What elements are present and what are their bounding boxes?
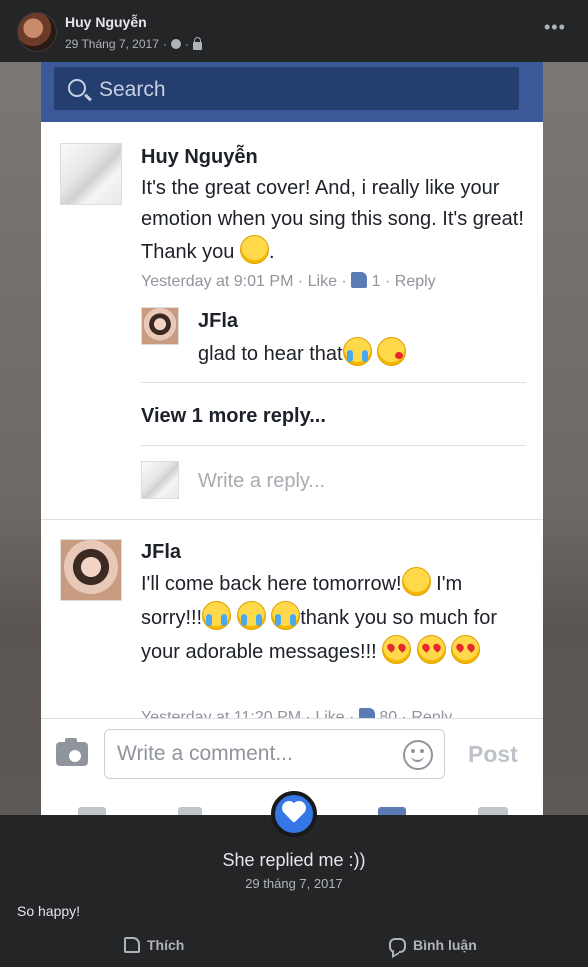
comment-placeholder: Write a comment... bbox=[117, 742, 293, 765]
more-options-icon[interactable]: ••• bbox=[544, 18, 565, 40]
comment-text: I'll come back here tomorrow! I'm sorry!… bbox=[141, 567, 526, 669]
post-meta: 29 Tháng 7, 2017 · · bbox=[65, 36, 202, 51]
like-label: Thích bbox=[147, 937, 185, 953]
like-icon bbox=[351, 272, 368, 288]
crying-laugh-emoji-icon bbox=[236, 601, 266, 630]
comment-bubble-icon bbox=[389, 937, 406, 953]
self-avatar bbox=[141, 461, 179, 499]
lock-icon bbox=[192, 36, 202, 50]
phone-screenshot: Search Huy Nguyễn It's the great cover! … bbox=[41, 62, 543, 815]
globe-icon bbox=[170, 39, 181, 49]
crying-laugh-emoji-icon bbox=[342, 337, 372, 366]
post-header: Huy Nguyễn 29 Tháng 7, 2017 · · ••• bbox=[0, 0, 588, 62]
photo-blur-right bbox=[543, 62, 588, 815]
heart-eyes-emoji-icon bbox=[382, 635, 412, 664]
commenter-name: Huy Nguyễn bbox=[141, 146, 258, 168]
kiss-emoji-icon bbox=[377, 337, 407, 366]
reply-name: JFla bbox=[198, 310, 239, 332]
photo-caption: She replied me :)) 29 tháng 7, 2017 So h… bbox=[0, 815, 588, 967]
crying-laugh-emoji-icon bbox=[202, 601, 232, 630]
photo-blur-left bbox=[0, 62, 41, 815]
heart-eyes-emoji-icon bbox=[416, 635, 446, 664]
news-feed-icon bbox=[78, 807, 106, 815]
thumbs-up-icon bbox=[124, 937, 140, 953]
search-placeholder: Search bbox=[99, 78, 166, 101]
caption-title: She replied me :)) bbox=[222, 850, 366, 870]
post-photo[interactable]: Search Huy Nguyễn It's the great cover! … bbox=[0, 62, 588, 815]
post-button: Post bbox=[468, 741, 518, 767]
fb-topbar: Search bbox=[41, 62, 543, 122]
search-icon bbox=[68, 79, 86, 97]
smile-emoji-icon bbox=[401, 567, 431, 596]
view-more-replies: View 1 more reply... bbox=[141, 405, 326, 427]
commenter-name: JFla bbox=[141, 541, 182, 563]
heart-icon bbox=[284, 803, 304, 823]
reply-text: glad to hear that bbox=[198, 337, 407, 370]
comment-time: Yesterday at 9:01 PM bbox=[141, 273, 294, 290]
write-comment-field: Write a comment... bbox=[104, 729, 445, 779]
commenter-avatar bbox=[60, 143, 122, 205]
search-bar: Search bbox=[54, 67, 519, 110]
comment-like-count: 1 bbox=[371, 273, 381, 290]
heart-eyes-emoji-icon bbox=[451, 635, 481, 664]
crying-laugh-emoji-icon bbox=[271, 601, 301, 630]
comment-meta: Yesterday at 9:01 PM · Like · 1 · Reply bbox=[141, 272, 436, 290]
divider bbox=[41, 519, 543, 520]
comment-button[interactable]: Bình luận bbox=[389, 937, 477, 953]
smile-emoji-icon bbox=[239, 235, 269, 264]
comment-reply: Reply bbox=[394, 273, 436, 290]
commenter-avatar bbox=[60, 539, 122, 601]
globe-icon bbox=[378, 807, 406, 815]
emoji-picker-icon bbox=[403, 740, 433, 770]
caption-date[interactable]: 29 tháng 7, 2017 bbox=[0, 876, 588, 891]
like-button[interactable]: Thích bbox=[124, 937, 184, 953]
camera-icon bbox=[56, 738, 88, 766]
reply-avatar bbox=[141, 307, 179, 345]
love-reaction-icon[interactable] bbox=[271, 791, 317, 837]
write-reply-field: Write a reply... bbox=[198, 470, 326, 492]
friends-icon bbox=[178, 807, 202, 815]
menu-icon bbox=[478, 807, 508, 815]
divider bbox=[141, 445, 526, 446]
author-avatar[interactable] bbox=[17, 12, 57, 52]
caption-note: So happy! bbox=[17, 903, 81, 919]
comment-text: It's the great cover! And, i really like… bbox=[141, 177, 524, 264]
divider bbox=[141, 382, 526, 383]
author-name[interactable]: Huy Nguyễn bbox=[65, 14, 147, 30]
comment-label: Bình luận bbox=[413, 937, 477, 953]
comment-like: Like bbox=[307, 273, 337, 290]
post-date[interactable]: 29 Tháng 7, 2017 bbox=[65, 37, 159, 51]
